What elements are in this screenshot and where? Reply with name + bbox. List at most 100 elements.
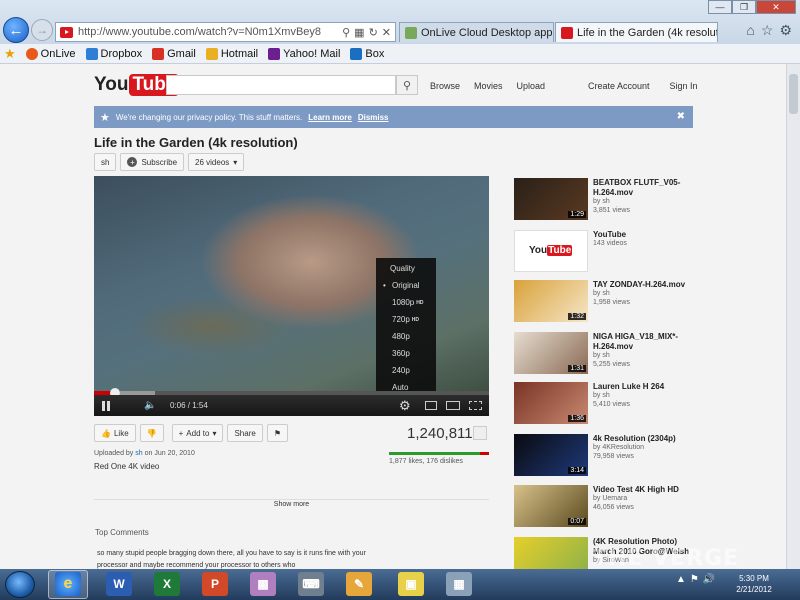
- favorites-star-icon[interactable]: ☆: [761, 22, 774, 39]
- tools-gear-icon[interactable]: ⚙: [779, 22, 792, 39]
- related-video-item[interactable]: 1:31 NIGA HIGA_V18_MIX*- H.264.mov by sh 5,2…: [514, 332, 754, 377]
- back-button[interactable]: ←: [3, 17, 29, 43]
- favorite-onlive[interactable]: OnLive: [25, 47, 76, 60]
- video-thumbnail[interactable]: 1:36: [514, 382, 588, 424]
- video-thumbnail[interactable]: YouTube: [514, 230, 588, 272]
- related-video-item[interactable]: 1:32 TAY ZONDAY-H.264.mov by sh 1,958 views: [514, 280, 754, 325]
- restore-button[interactable]: ❐: [732, 0, 756, 14]
- watermark-logo: THE VERGE: [592, 546, 740, 571]
- nav-upload[interactable]: Upload: [517, 81, 546, 91]
- related-video-item[interactable]: 1:29 BEATBOX FLUTF_V05- H.264.mov by sh 3,85…: [514, 178, 754, 223]
- scrollbar-thumb[interactable]: [789, 74, 798, 114]
- video-thumbnail[interactable]: 1:31: [514, 332, 588, 374]
- forward-button[interactable]: →: [31, 19, 53, 41]
- related-video-item[interactable]: 0:07 Video Test 4K High HD by Uemara 46,056…: [514, 485, 754, 530]
- internet-explorer-icon[interactable]: e: [55, 572, 81, 596]
- page-scrollbar[interactable]: [786, 64, 800, 569]
- quality-720p[interactable]: 720p HD: [376, 311, 436, 328]
- flag-button[interactable]: ⚑: [266, 424, 288, 442]
- refresh-icon[interactable]: ↻: [369, 26, 378, 39]
- favorite-yahoo-mail[interactable]: Yahoo! Mail: [268, 47, 340, 60]
- show-more-button[interactable]: Show more: [94, 501, 489, 508]
- quality-original[interactable]: Original: [376, 277, 436, 294]
- favorites-star-icon[interactable]: ★: [4, 46, 16, 62]
- videos-dropdown[interactable]: 26 videos ▾: [188, 153, 245, 171]
- video-thumbnail[interactable]: 1:32: [514, 280, 588, 322]
- related-video-item[interactable]: 3:14 4k Resolution (2304p) by 4KResolution…: [514, 434, 754, 479]
- related-video-title[interactable]: (4K Resolution Photo): [593, 537, 677, 546]
- channel-name[interactable]: sh: [94, 153, 117, 171]
- folder-icon[interactable]: ▣: [398, 572, 424, 596]
- search-icon[interactable]: ⚲: [342, 26, 350, 39]
- video-thumbnail[interactable]: 1:29: [514, 178, 588, 220]
- add-to-button[interactable]: + Add to ▾: [171, 424, 224, 442]
- uploader-link[interactable]: sh: [135, 450, 142, 457]
- quality-1080p[interactable]: 1080p HD: [376, 294, 436, 311]
- large-player-icon[interactable]: [446, 401, 460, 410]
- flag-icon[interactable]: ⚑: [690, 574, 699, 585]
- nav-movies[interactable]: Movies: [474, 81, 503, 91]
- like-button[interactable]: 👍 Like: [94, 424, 136, 442]
- close-icon[interactable]: ✖: [677, 111, 685, 122]
- tab-onlive[interactable]: OnLive Cloud Desktop app no...: [399, 22, 554, 42]
- pause-button[interactable]: [94, 400, 118, 411]
- stats-icon[interactable]: [473, 426, 487, 440]
- quality-240p[interactable]: 240p: [376, 362, 436, 379]
- word-icon[interactable]: W: [106, 572, 132, 596]
- search-input[interactable]: [166, 75, 396, 95]
- related-video-title[interactable]: BEATBOX FLUTF_V05-: [593, 178, 680, 187]
- compatibility-icon[interactable]: ▦: [354, 26, 364, 39]
- system-clock[interactable]: 5:30 PM 2/21/2012: [724, 573, 784, 595]
- subscribe-button[interactable]: + Subscribe: [120, 153, 185, 171]
- paint-icon[interactable]: ✎: [346, 572, 372, 596]
- home-icon[interactable]: ⌂: [746, 22, 754, 39]
- excel-icon[interactable]: X: [154, 572, 180, 596]
- video-player[interactable]: Quality Original 1080pHD 720pHD 480p 360…: [94, 176, 489, 416]
- favorite-gmail[interactable]: Gmail: [152, 47, 196, 60]
- video-thumbnail[interactable]: 0:07: [514, 485, 588, 527]
- related-video-title[interactable]: NIGA HIGA_V18_MIX*-: [593, 332, 678, 341]
- close-icon[interactable]: ✕: [382, 26, 391, 39]
- show-hidden-icons-icon[interactable]: ▲: [676, 574, 686, 585]
- create-account-link[interactable]: Create Account: [588, 81, 650, 91]
- sign-in-link[interactable]: Sign In: [670, 81, 698, 91]
- fullscreen-icon[interactable]: [469, 401, 482, 410]
- video-thumbnail[interactable]: [514, 537, 588, 569]
- share-button[interactable]: Share: [227, 424, 263, 442]
- related-video-title[interactable]: 4k Resolution (2304p): [593, 434, 676, 443]
- calculator-icon[interactable]: ▦: [446, 572, 472, 596]
- volume-icon[interactable]: 🔊: [703, 574, 715, 585]
- powerpoint-icon[interactable]: P: [202, 572, 228, 596]
- photo-viewer-icon[interactable]: ▩: [250, 572, 276, 596]
- related-video-title[interactable]: TAY ZONDAY-H.264.mov: [593, 280, 685, 289]
- video-thumbnail[interactable]: 3:14: [514, 434, 588, 476]
- nav-browse[interactable]: Browse: [430, 81, 460, 91]
- dismiss-link[interactable]: Dismiss: [358, 113, 389, 122]
- url-text[interactable]: http://www.youtube.com/watch?v=N0m1XmvBe…: [78, 26, 342, 38]
- related-video-title[interactable]: Video Test 4K High HD: [593, 485, 679, 494]
- window-close-button[interactable]: ✕: [756, 0, 796, 14]
- dislike-button[interactable]: 👎: [139, 424, 164, 442]
- search-button[interactable]: ⚲: [396, 75, 418, 95]
- related-video-title[interactable]: H.264.mov: [593, 188, 633, 197]
- start-button[interactable]: [5, 571, 35, 598]
- related-video-title[interactable]: YouTube: [593, 230, 626, 239]
- related-video-item[interactable]: 1:36 Lauren Luke H 264 by sh 5,410 views: [514, 382, 754, 427]
- arrow-left-icon: ←: [8, 21, 24, 39]
- favorite-box[interactable]: Box: [350, 47, 384, 60]
- related-video-title[interactable]: Lauren Luke H 264: [593, 382, 664, 391]
- keyboard-icon[interactable]: ⌨: [298, 572, 324, 596]
- volume-icon[interactable]: 🔈: [144, 400, 168, 411]
- address-bar[interactable]: http://www.youtube.com/watch?v=N0m1XmvBe…: [55, 22, 396, 42]
- learn-more-link[interactable]: Learn more: [308, 113, 352, 122]
- favorite-hotmail[interactable]: Hotmail: [205, 47, 258, 60]
- quality-360p[interactable]: 360p: [376, 345, 436, 362]
- minimize-button[interactable]: —: [708, 0, 732, 14]
- related-video-item[interactable]: YouTube YouTube 143 videos: [514, 230, 754, 275]
- tab-youtube[interactable]: Life in the Garden (4k resolutio... ✕: [555, 22, 718, 42]
- related-video-title[interactable]: H.264.mov: [593, 342, 633, 351]
- settings-gear-icon[interactable]: ⚙: [399, 398, 411, 414]
- popout-icon[interactable]: [425, 401, 437, 410]
- favorite-dropbox[interactable]: Dropbox: [85, 47, 142, 60]
- quality-480p[interactable]: 480p: [376, 328, 436, 345]
